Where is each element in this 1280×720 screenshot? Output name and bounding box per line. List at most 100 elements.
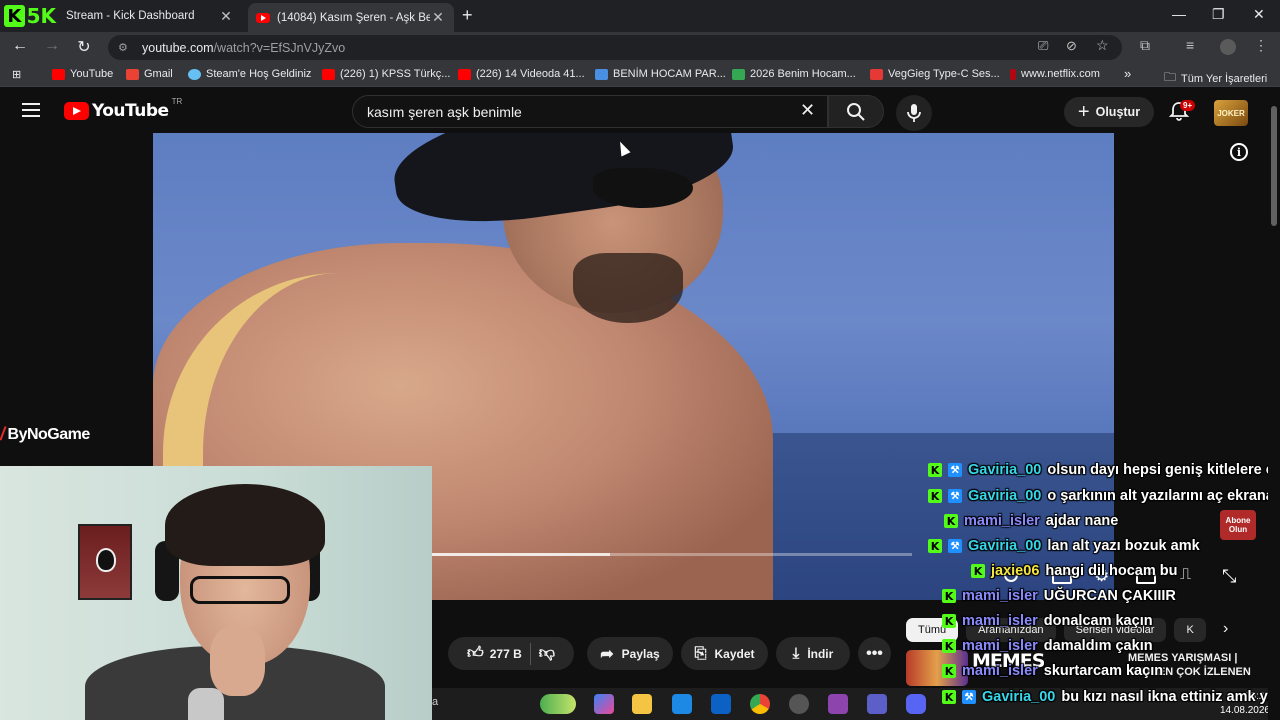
bookmark-kpss[interactable]: (226) 1) KPSS Türkç... xyxy=(322,68,450,80)
share-arrow-icon: ➦ xyxy=(600,645,614,663)
taskbar-search-text[interactable]: a xyxy=(432,696,438,708)
bookmark-youtube[interactable]: YouTube xyxy=(52,68,113,80)
youtube-icon xyxy=(322,68,335,80)
copilot-icon[interactable] xyxy=(594,694,614,714)
bynogame-mark-icon: / xyxy=(0,424,5,444)
streamer-glasses xyxy=(190,576,290,604)
url-host: youtube.com xyxy=(142,40,214,55)
chat-username[interactable]: mami_isler xyxy=(962,588,1038,604)
chat-message: Kmami_isler ajdar nane xyxy=(944,513,1118,529)
maximize-icon[interactable]: ❐ xyxy=(1212,6,1225,23)
moderator-badge-icon: ⚒ xyxy=(948,463,962,477)
mail-icon[interactable] xyxy=(711,694,731,714)
chat-username[interactable]: Gaviria_00 xyxy=(968,488,1041,504)
close-icon[interactable]: ✕ xyxy=(218,8,234,25)
bookmark-netflix[interactable]: www.netflix.com xyxy=(1010,68,1100,80)
discord-icon[interactable] xyxy=(906,694,926,714)
menu-kebab-icon[interactable]: ⋮ xyxy=(1254,37,1268,54)
moderator-badge-icon: ⚒ xyxy=(948,489,962,503)
moderator-badge-icon: ⚒ xyxy=(948,539,962,553)
window-close-icon[interactable]: ✕ xyxy=(1253,6,1265,23)
address-bar[interactable]: ⚙ youtube.com/watch?v=EfSJnVJyZvo xyxy=(108,35,1122,60)
chrome-icon[interactable] xyxy=(750,694,770,714)
site-info-icon[interactable]: ⚙ xyxy=(118,41,132,54)
chat-username[interactable]: mami_isler xyxy=(964,513,1040,529)
page-scrollbar[interactable] xyxy=(1268,92,1280,720)
chat-username[interactable]: mami_isler xyxy=(962,638,1038,654)
create-button[interactable]: + Oluştur xyxy=(1064,97,1154,127)
scrollbar-thumb[interactable] xyxy=(1271,106,1277,226)
clock-app-icon[interactable] xyxy=(789,694,809,714)
extensions-icon[interactable]: ⧉ xyxy=(1140,37,1150,54)
bookmarks-bar: ⊞ YouTube Gmail Steam'e Hoş Geldiniz (22… xyxy=(0,62,1280,87)
sheets-icon xyxy=(732,68,745,80)
youtube-favicon-icon xyxy=(256,12,270,23)
save-button[interactable]: ⎘ Kaydet xyxy=(681,637,768,670)
forward-arrow-icon[interactable]: → xyxy=(42,37,62,55)
like-button[interactable]: 👍︎ 277 B xyxy=(467,644,522,663)
apps-grid-icon[interactable]: ⊞ xyxy=(12,68,21,81)
streamer-hair xyxy=(165,484,325,566)
bookmark-gmail[interactable]: Gmail xyxy=(126,68,173,80)
bookmark-benim-hocam[interactable]: BENİM HOCAM PAR... xyxy=(595,68,726,80)
video-subject-sunglasses xyxy=(593,168,693,208)
chat-username[interactable]: Gaviria_00 xyxy=(968,538,1041,554)
chat-username[interactable]: Gaviria_00 xyxy=(982,689,1055,705)
chat-username[interactable]: mami_isler xyxy=(962,663,1038,679)
hamburger-menu-icon[interactable] xyxy=(22,103,40,117)
kick-badge-icon: K xyxy=(942,589,956,603)
download-button[interactable]: ⤓ İndir xyxy=(776,637,850,670)
chat-message: Kmami_isler damaldım çakın xyxy=(942,638,1153,654)
minimize-icon[interactable]: — xyxy=(1172,6,1186,22)
back-arrow-icon[interactable]: ← xyxy=(10,37,30,55)
youtube-logo[interactable]: YouTube TR xyxy=(64,97,182,121)
youtube-play-icon xyxy=(64,102,89,120)
eye-off-icon[interactable]: ⊘ xyxy=(1066,38,1077,54)
file-explorer-icon[interactable] xyxy=(632,694,652,714)
kick-chat-overlay: K ⚒ Gaviria_00 olsun dayı hepsi geniş kitle… xyxy=(928,462,1280,720)
share-button[interactable]: ➦ Paylaş xyxy=(587,637,673,670)
bookmarks-overflow-button[interactable]: » xyxy=(1124,66,1131,81)
bookmark-2026-benim-hocam[interactable]: 2026 Benim Hocam... xyxy=(732,68,856,80)
bookmark-14-videoda[interactable]: (226) 14 Videoda 41... xyxy=(458,68,585,80)
teams-icon[interactable] xyxy=(867,694,887,714)
video-editor-icon[interactable] xyxy=(828,694,848,714)
all-bookmarks-folder[interactable]: 🗀 Tüm Yer İşaretleri xyxy=(1164,68,1267,89)
t-icon xyxy=(870,68,883,80)
chat-username[interactable]: mami_isler xyxy=(962,613,1038,629)
search-input[interactable]: kasım şeren aşk benimle xyxy=(352,95,828,128)
tab-youtube[interactable]: (14084) Kasım Şeren - Aşk Benimle ✕ xyxy=(248,3,454,32)
account-avatar[interactable]: JOKER xyxy=(1214,100,1248,126)
chat-username[interactable]: jaxie06 xyxy=(991,563,1039,579)
chat-message: Kmami_isler UĞURCAN ÇAKIIIR xyxy=(942,588,1176,604)
store-icon[interactable] xyxy=(672,694,692,714)
install-app-icon[interactable]: ⎚ xyxy=(1038,38,1048,54)
widgets-icon[interactable] xyxy=(540,694,576,714)
voice-search-button[interactable] xyxy=(896,95,932,131)
bookmark-veggieg[interactable]: VegGieg Type-C Ses... xyxy=(870,68,1000,80)
bookmark-star-icon[interactable]: ☆ xyxy=(1096,37,1109,54)
bookmark-steam[interactable]: Steam'e Hoş Geldiniz xyxy=(188,68,311,80)
tab-kick-dashboard[interactable]: Stream - Kick Dashboard ✕ xyxy=(58,2,242,30)
reload-icon[interactable]: ↻ xyxy=(74,37,94,57)
steam-icon xyxy=(188,68,201,80)
thumbs-up-icon: 👍︎ xyxy=(466,645,484,662)
info-icon[interactable]: i xyxy=(1230,143,1248,161)
chat-message: K ⚒ Gaviria_00 bu kızı nasıl ikna ettiniz a… xyxy=(942,689,1276,705)
folder-icon: 🗀 xyxy=(1164,70,1177,84)
search-button[interactable] xyxy=(828,95,884,128)
chat-text: ajdar nane xyxy=(1045,513,1119,529)
clear-search-icon[interactable]: ✕ xyxy=(800,100,815,121)
dislike-button[interactable]: 👎︎ xyxy=(539,644,555,663)
media-controls-icon[interactable]: ≡ xyxy=(1186,37,1194,53)
kick-badge-icon: K xyxy=(942,664,956,678)
chat-username[interactable]: Gaviria_00 xyxy=(968,462,1041,478)
close-icon[interactable]: ✕ xyxy=(430,9,446,26)
profile-avatar[interactable] xyxy=(1220,39,1236,55)
chat-message: Kjaxie06 hangi dil hocam bu xyxy=(971,563,1178,579)
bookmark-icon: ⎘ xyxy=(694,645,707,662)
like-dislike-group: 👍︎ 277 B 👎︎ xyxy=(448,637,574,670)
more-actions-button[interactable]: ••• xyxy=(858,637,891,670)
new-tab-button[interactable]: + xyxy=(462,5,473,26)
video-progress-bar[interactable] xyxy=(432,553,912,556)
